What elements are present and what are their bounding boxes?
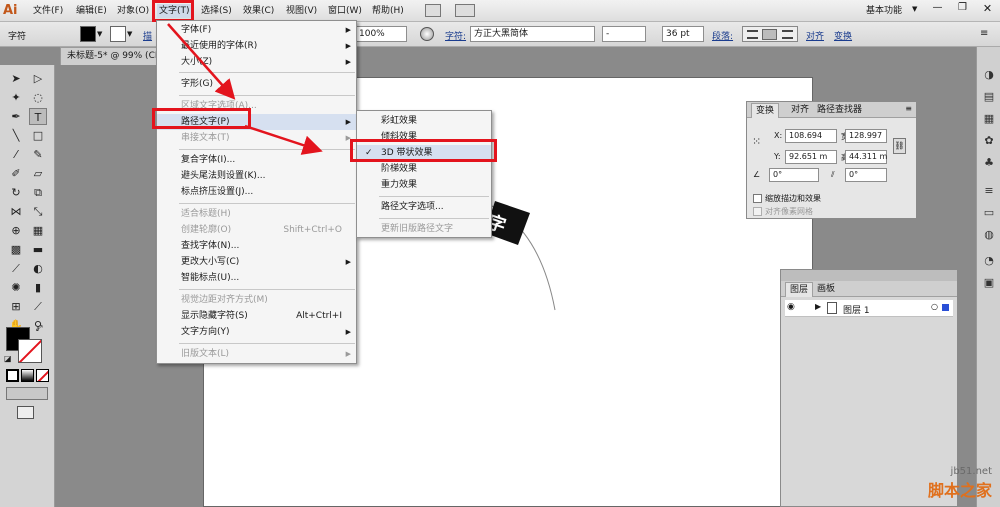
annotation-arrows — [167, 23, 323, 155]
watermark-site: jb51.net — [950, 466, 992, 477]
watermark: jb51.net 脚本之家 — [928, 466, 992, 501]
arrow-to-path-type — [167, 23, 236, 100]
arrow-to-3d-ribbon — [244, 124, 323, 155]
watermark-name: 脚本之家 — [927, 481, 992, 500]
